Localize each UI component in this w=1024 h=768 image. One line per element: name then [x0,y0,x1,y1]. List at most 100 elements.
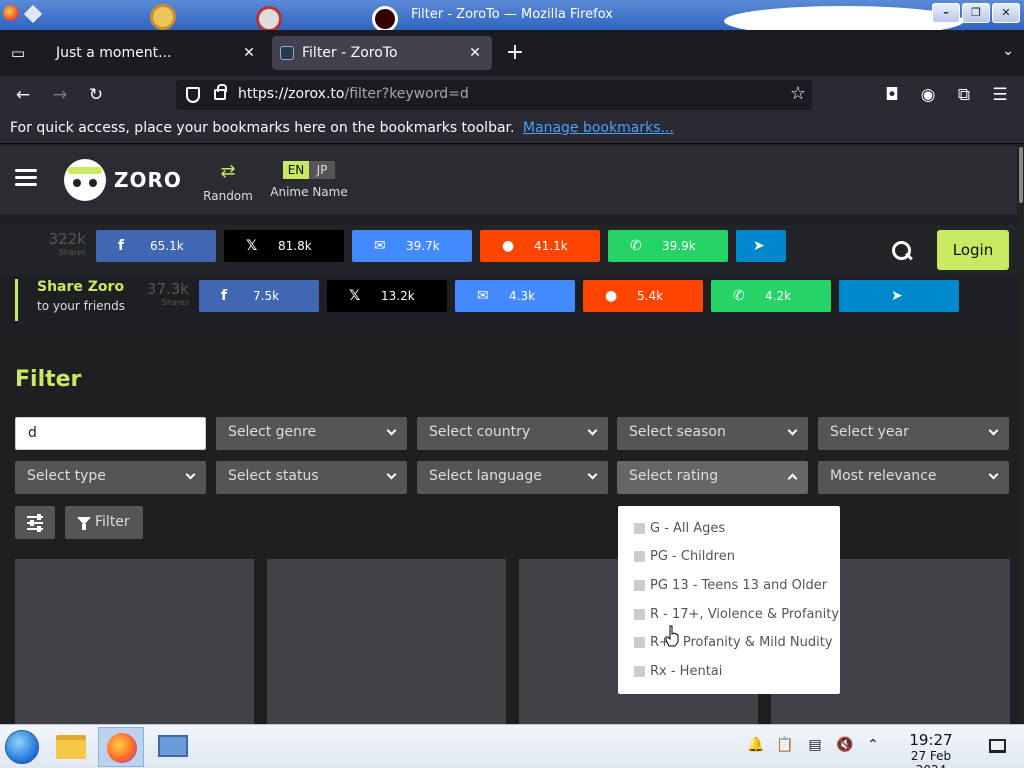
telegram-icon: ➤ [891,288,903,304]
hamburger-menu-icon[interactable] [15,169,37,187]
chevron-down-icon [988,425,999,436]
extensions-icon[interactable]: ⧉ [951,82,977,108]
share-messenger-button[interactable]: ✉ 39.7k [352,230,472,262]
checkbox[interactable] [634,608,645,620]
chevron-down-icon [185,469,196,480]
close-window-button[interactable]: ✕ [992,3,1020,23]
reddit-icon: ● [605,288,618,304]
rating-dropdown-menu: G - All Ages PG - Children PG 13 - Teens… [618,506,840,694]
checkbox[interactable] [634,637,645,649]
type-select[interactable]: Select type [15,461,206,494]
messenger-icon: ✉ [477,288,489,304]
volume-muted-icon[interactable]: 🔇 [836,737,854,755]
lang-jp-button[interactable]: JP [309,161,335,179]
clipboard-icon[interactable]: 📋 [776,737,794,755]
login-button[interactable]: Login [937,230,1009,270]
share-facebook-button[interactable]: f 7.5k [199,280,319,312]
random-button[interactable]: ⇄ Random [200,161,256,203]
share-x-button[interactable]: 𝕏 81.8k [224,230,344,262]
firefox-icon [107,733,137,763]
share-reddit-button[interactable]: ● 5.4k [583,280,703,312]
share-reddit-button[interactable]: ● 41.1k [480,230,600,262]
genre-select[interactable]: Select genre [216,417,407,450]
taskbar-file-manager[interactable] [48,727,94,767]
rating-option-rx[interactable]: Rx - Hentai [618,657,840,686]
taskbar-network-app[interactable] [150,727,196,767]
reload-button[interactable]: ↻ [83,82,109,108]
chevron-down-icon[interactable]: ⌄ [1002,43,1014,59]
minimize-button[interactable]: – [932,3,960,23]
share-total: 37.3k Shares [145,280,189,307]
tab-filter-zoroto[interactable]: Filter - ZoroTo ✕ [272,36,492,70]
rating-option-pg13[interactable]: PG 13 - Teens 13 and Older [618,571,840,600]
zoro-logo[interactable]: ZORO [64,159,181,201]
country-select[interactable]: Select country [417,417,608,450]
share-x-button[interactable]: 𝕏 13.2k [327,280,447,312]
menu-icon[interactable]: ☰ [987,82,1013,108]
lock-icon[interactable] [214,84,227,100]
maximize-button[interactable]: ❐ [962,3,990,23]
keyword-input[interactable]: d [15,417,206,450]
url-bar[interactable]: https://zorox.to/filter?keyword=d ☆ [176,80,812,110]
url-path: /filter?keyword=d [344,86,469,102]
tray-expand-icon[interactable]: ⌃ [864,737,882,755]
rating-option-r[interactable]: R - 17+, Violence & Profanity [618,600,840,629]
notification-bell-icon[interactable]: 🔔 [747,737,765,755]
storage-icon[interactable]: ▤ [806,737,824,755]
rating-select[interactable]: Select rating [617,461,808,494]
toggle-filters-button[interactable] [15,506,55,539]
close-icon[interactable]: ✕ [240,36,258,70]
close-icon[interactable]: ✕ [466,36,484,70]
share-whatsapp-button[interactable]: ✆ 39.9k [608,230,728,262]
forward-button[interactable]: → [47,82,73,108]
checkbox[interactable] [634,522,645,534]
rating-option-r-plus[interactable]: R+ - Profanity & Mild Nudity [618,628,840,657]
url-text[interactable]: https://zorox.to/filter?keyword=d [238,86,469,102]
status-select[interactable]: Select status [216,461,407,494]
shield-icon[interactable] [186,87,200,103]
search-icon[interactable] [890,239,914,263]
account-icon[interactable]: ◉ [915,82,941,108]
result-card[interactable] [15,559,254,724]
filter-button[interactable]: Filter [65,506,143,539]
share-messenger-button[interactable]: ✉ 4.3k [455,280,575,312]
filter-heading: Filter [15,367,82,392]
sort-select[interactable]: Most relevance [818,461,1009,494]
rating-option-pg[interactable]: PG - Children [618,543,840,572]
show-desktop-icon[interactable] [989,739,1006,753]
result-card[interactable] [267,559,506,724]
clock[interactable]: 19:27 27 Feb 2024 [894,731,968,768]
back-button[interactable]: ← [10,82,36,108]
share-facebook-button[interactable]: f 65.1k [96,230,216,262]
bookmarks-message: For quick access, place your bookmarks h… [10,120,515,136]
pocket-icon[interactable]: ◘ [879,82,905,108]
checkbox[interactable] [634,579,645,591]
anime-name-toggle[interactable]: EN JP Anime Name [268,161,350,199]
scrollbar-thumb[interactable] [1019,147,1023,203]
page-scrollbar[interactable] [1017,145,1024,724]
rating-option-g[interactable]: G - All Ages [618,514,840,543]
taskbar-firefox[interactable] [98,727,144,767]
select-label: Select language [429,468,542,484]
start-button[interactable] [5,730,39,764]
select-label: Select type [27,468,106,484]
share-count: 4.3k [509,289,536,303]
web-page: ZORO ⇄ Random EN JP Anime Name 322k Share… [0,145,1024,724]
new-tab-button[interactable]: + [504,39,526,67]
checkbox[interactable] [634,665,645,677]
language-select[interactable]: Select language [417,461,608,494]
list-all-tabs-icon[interactable]: ▭ [8,44,28,62]
share-telegram-button[interactable]: ➤ [839,280,959,312]
bookmark-star-icon[interactable]: ☆ [790,83,806,104]
manage-bookmarks-link[interactable]: Manage bookmarks... [523,120,674,136]
tab-just-a-moment[interactable]: Just a moment... ✕ [44,36,266,70]
checkbox[interactable] [634,551,645,563]
skull-logo-icon [64,159,106,201]
year-select[interactable]: Select year [818,417,1009,450]
share-total: 322k Shares [42,230,86,257]
share-telegram-button[interactable]: ➤ [736,230,786,262]
lang-en-button[interactable]: EN [283,161,309,179]
share-whatsapp-button[interactable]: ✆ 4.2k [711,280,831,312]
season-select[interactable]: Select season [617,417,808,450]
facebook-icon: f [118,238,125,254]
